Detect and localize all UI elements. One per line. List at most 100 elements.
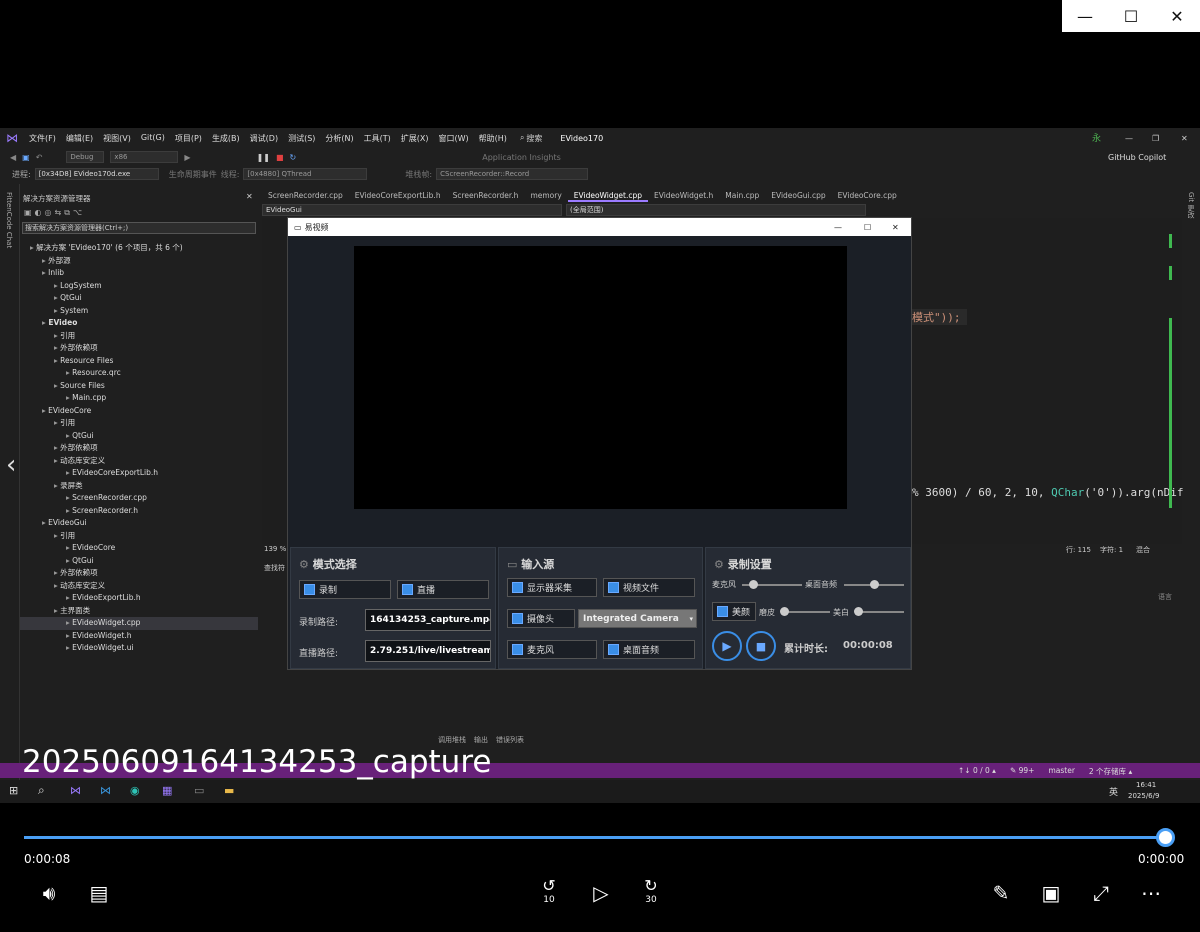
tree-item[interactable]: ▸ 引用 (20, 417, 258, 430)
git-changes-tab[interactable]: Git 更改 (1186, 192, 1196, 218)
tree-item[interactable]: ▸ ScreenRecorder.h (20, 505, 258, 518)
tree-item[interactable]: ▸ EVideoCoreExportLib.h (20, 467, 258, 480)
tree-item[interactable]: ▸ Resource.qrc (20, 367, 258, 380)
slider-knob[interactable] (748, 580, 758, 589)
menu-item[interactable]: 生成(B) (207, 133, 245, 144)
camera-checkbox[interactable] (512, 613, 523, 624)
menu-item[interactable]: 调试(D) (245, 133, 283, 144)
sol-search-input[interactable]: 搜索解决方案资源管理器(Ctrl+;) (22, 222, 256, 234)
mic-checkbox[interactable] (512, 644, 523, 655)
dialog-maximize[interactable]: ☐ (864, 223, 871, 232)
tree-item[interactable]: ▸ LogSystem (20, 280, 258, 293)
mic-volume-slider[interactable] (742, 580, 802, 589)
previous-chevron-icon[interactable]: ‹ (6, 450, 16, 480)
editor-tab[interactable]: ScreenRecorder.h (447, 190, 525, 202)
progress-bar[interactable] (24, 836, 1166, 839)
tree-item[interactable]: ▸ 外部依赖项 (20, 342, 258, 355)
forward-button[interactable]: ↻ 30 (636, 878, 666, 908)
tree-item[interactable]: ▸ QtGui (20, 430, 258, 443)
scope-combo[interactable]: EVideoGui (262, 204, 562, 216)
tree-item[interactable]: ▸ 外部依赖项 (20, 442, 258, 455)
tree-item[interactable]: ▸ System (20, 305, 258, 318)
smooth-slider[interactable] (779, 607, 830, 616)
vs-restore[interactable]: ❐ (1152, 134, 1159, 143)
editor-tab[interactable]: EVideoCoreExportLib.h (349, 190, 447, 202)
tree-item[interactable]: ▸ Resource Files (20, 355, 258, 368)
desktop-volume-slider[interactable] (844, 580, 904, 589)
fullscreen-icon[interactable]: ⤢ (1086, 878, 1116, 908)
undo-icon[interactable]: ↶ (36, 153, 43, 162)
slider-knob[interactable] (870, 580, 879, 589)
edit-icon[interactable]: ✎ (986, 878, 1016, 908)
beauty-checkbox[interactable] (717, 606, 728, 617)
editor-tab[interactable]: ScreenRecorder.cpp (262, 190, 349, 202)
copilot-button[interactable]: GitHub Copilot (1108, 153, 1166, 162)
live-checkbox[interactable] (402, 584, 413, 595)
record-mode-button[interactable]: 录制 (299, 580, 391, 599)
tree-item[interactable]: ▸ 外部依赖项 (20, 567, 258, 580)
status-item[interactable]: 2 个存储库 ▴ (1089, 766, 1132, 777)
tree-item[interactable]: ▸ EVideoWidget.cpp (20, 617, 258, 630)
tree-item[interactable]: ▸ ScreenRecorder.cpp (20, 492, 258, 505)
tree-item[interactable]: ▸ Main.cpp (20, 392, 258, 405)
thread-combo[interactable]: [0x4880] QThread (243, 168, 368, 180)
app-taskbar-icon[interactable]: ▭ (194, 784, 204, 797)
edge-taskbar-icon[interactable]: ◉ (130, 784, 140, 797)
editor-tab[interactable]: Main.cpp (719, 190, 765, 202)
save-icon[interactable]: ▣ (22, 153, 30, 162)
menu-item[interactable]: 帮助(H) (474, 133, 512, 144)
editor-tab[interactable]: EVideoCore.cpp (832, 190, 903, 202)
video-file-checkbox[interactable] (608, 582, 619, 593)
play-button[interactable]: ▶ (712, 631, 742, 661)
slider-knob[interactable] (779, 607, 789, 616)
bottom-tab[interactable]: 错误列表 (496, 735, 524, 745)
panel-close-icon[interactable]: ✕ (246, 192, 253, 201)
progress-thumb[interactable] (1156, 828, 1175, 847)
whiten-slider[interactable] (854, 607, 904, 616)
tree-item[interactable]: ▸ EVideoGui (20, 517, 258, 530)
tree-item[interactable]: ▸ EVideoCore (20, 542, 258, 555)
tree-item[interactable]: ▸ EVideo (20, 317, 258, 330)
more-options-icon[interactable]: ⋯ (1136, 878, 1166, 908)
app-insights[interactable]: Application Insights (482, 153, 561, 162)
nav-back-icon[interactable]: ◀ (10, 153, 16, 162)
folder-taskbar-icon[interactable]: ▬ (224, 784, 234, 797)
menu-item[interactable]: 文件(F) (24, 133, 61, 144)
menu-item[interactable]: 分析(N) (320, 133, 358, 144)
dialog-minimize[interactable]: — (834, 223, 842, 232)
camera-device-select[interactable]: Integrated Camera ▾ (578, 609, 697, 628)
status-item[interactable]: ✎ 99+ (1010, 766, 1035, 777)
menu-item[interactable]: 项目(P) (170, 133, 207, 144)
lifecycle-label[interactable]: 生命周期事件 (169, 169, 217, 180)
minimize-button[interactable]: — (1062, 0, 1108, 32)
menu-item[interactable]: Git(G) (136, 133, 170, 144)
menu-item[interactable]: 工具(T) (359, 133, 396, 144)
tree-item[interactable]: ▸ 动态库安定义 (20, 455, 258, 468)
tree-item[interactable]: ▸ Inlib (20, 267, 258, 280)
captions-icon[interactable]: ▤ (84, 878, 114, 908)
rewind-button[interactable]: ↺ 10 (534, 878, 564, 908)
start-icon[interactable]: ⊞ (9, 784, 18, 797)
user-avatar[interactable]: 永 (1092, 131, 1101, 144)
beauty-button[interactable]: 美颜 (712, 602, 756, 621)
menu-item[interactable]: 窗口(W) (434, 133, 474, 144)
dialog-close[interactable]: ✕ (892, 223, 899, 232)
tree-item[interactable]: ▸ EVideoWidget.ui (20, 642, 258, 655)
camera-button[interactable]: 摄像头 (507, 609, 575, 628)
tree-item[interactable]: ▸ QtGui (20, 292, 258, 305)
pause-icon[interactable]: ❚❚ (257, 153, 270, 162)
editor-tab[interactable]: EVideoWidget.cpp (567, 190, 648, 202)
desktop-audio-checkbox[interactable] (608, 644, 619, 655)
tree-item[interactable]: ▸ 主界面类 (20, 605, 258, 618)
stop-button[interactable]: ■ (746, 631, 776, 661)
search-icon[interactable]: ⌕ (520, 133, 524, 143)
status-item[interactable]: ↑↓ 0 / 0 ▴ (958, 766, 996, 777)
process-combo[interactable]: [0x34D8] EVideo170d.exe (34, 168, 159, 180)
desktop-audio-button[interactable]: 桌面音频 (603, 640, 695, 659)
vs-minimize[interactable]: — (1125, 134, 1133, 143)
editor-tab[interactable]: memory (524, 190, 567, 202)
search-icon[interactable]: ⌕ (38, 783, 45, 798)
editor-tab[interactable]: EVideoWidget.h (648, 190, 719, 202)
volume-icon[interactable]: 🔊︎ (34, 878, 64, 908)
display-capture-button[interactable]: 显示器采集 (507, 578, 597, 597)
